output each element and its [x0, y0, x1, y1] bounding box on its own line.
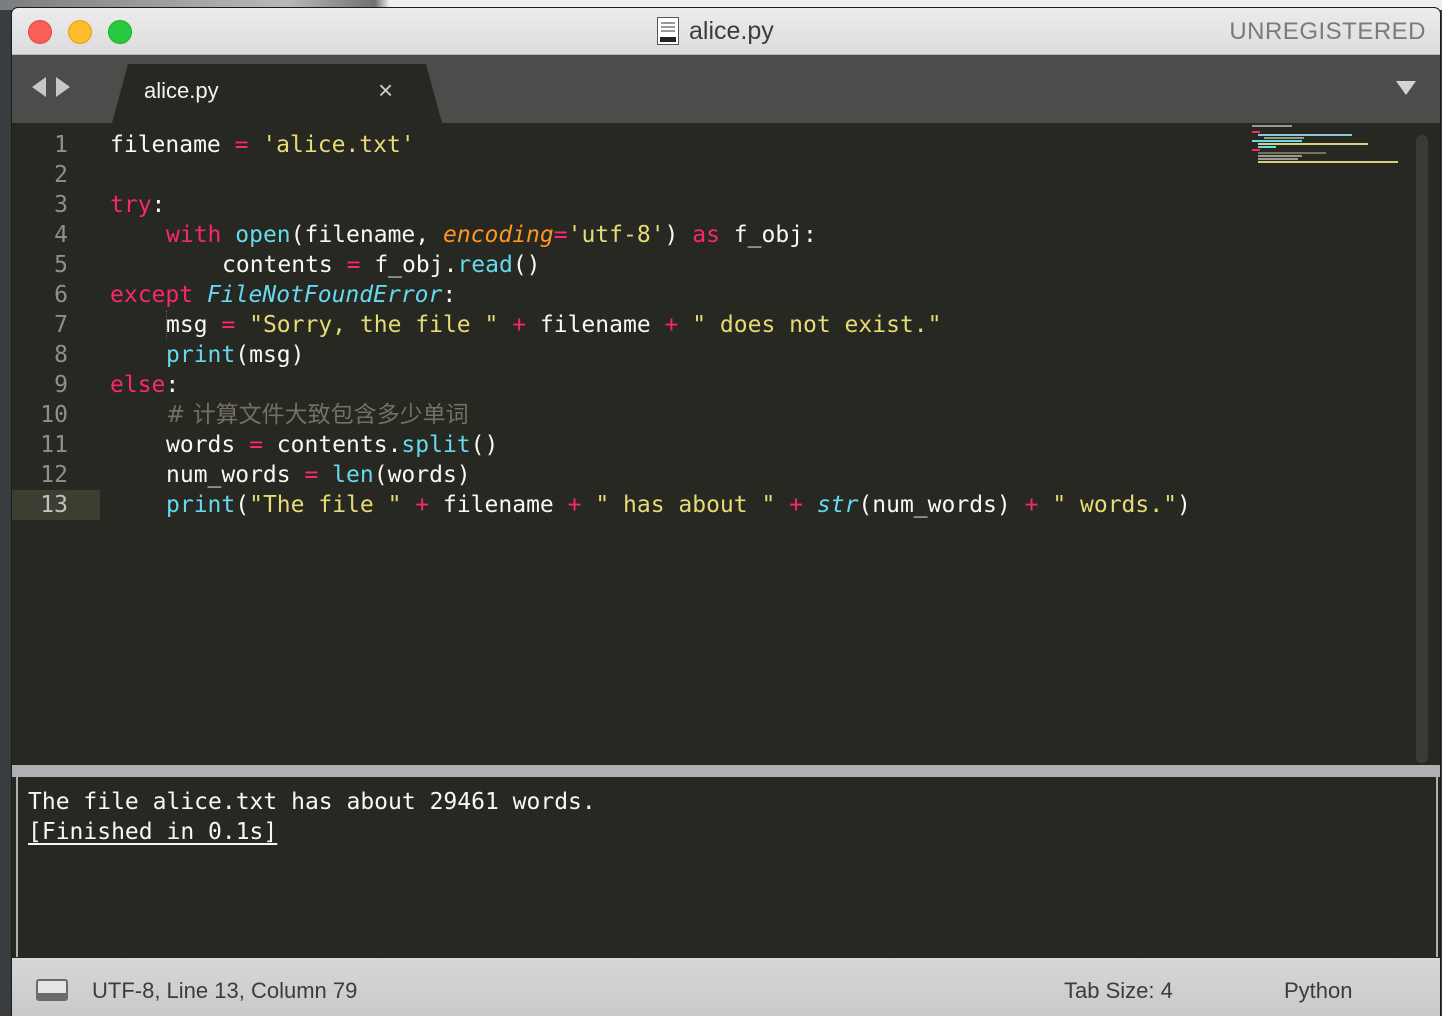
line-number: 10 [40, 402, 68, 428]
code-line: 4 with open(filename, encoding='utf-8') … [12, 220, 1412, 250]
line-number: 1 [54, 132, 68, 158]
line-number: 2 [54, 162, 68, 188]
status-position: UTF-8, Line 13, Column 79 [92, 978, 358, 1003]
code-editor[interactable]: 1 filename = 'alice.txt' 2 3 try: 4 with… [12, 123, 1440, 765]
code-text: else: [110, 372, 180, 398]
panel-toggle-icon[interactable] [36, 979, 68, 1001]
tab-size-selector[interactable]: Tab Size: 4 [1064, 978, 1173, 1004]
window-title: alice.py [657, 16, 774, 46]
build-output-panel[interactable]: The file alice.txt has about 29461 words… [16, 777, 1438, 957]
code-line: 6 except FileNotFoundError: [12, 280, 1412, 310]
syntax-selector[interactable]: Python [1284, 978, 1353, 1004]
code-line: 8 print(msg) [12, 340, 1412, 370]
arrow-left-icon[interactable] [32, 77, 46, 97]
code-line: 7 msg = "Sorry, the file " + filename + … [12, 310, 1412, 340]
code-text: except FileNotFoundError: [110, 282, 457, 308]
line-number: 7 [54, 312, 68, 338]
code-line: 2 [12, 160, 1412, 190]
line-number: 5 [54, 252, 68, 278]
code-text: print(msg) [166, 342, 305, 368]
maximize-window-button[interactable] [108, 20, 132, 44]
tab-menu-dropdown-icon[interactable] [1396, 81, 1416, 95]
tab-label: alice.py [144, 78, 219, 103]
line-number: 6 [54, 282, 68, 308]
code-text: try: [110, 192, 166, 218]
code-line: 3 try: [12, 190, 1412, 220]
line-number: 13 [12, 490, 100, 520]
line-number: 3 [54, 192, 68, 218]
editor-window: alice.py UNREGISTERED alice.py × 1 filen… [12, 8, 1440, 1016]
code-text: num_words = len(words) [166, 462, 471, 488]
tab-alice-py[interactable]: alice.py × [112, 64, 442, 123]
python-file-icon [657, 17, 679, 45]
code-line: 1 filename = 'alice.txt' [12, 130, 1412, 160]
close-tab-icon[interactable]: × [378, 76, 393, 104]
code-comment: # 计算文件大致包含多少单词 [166, 402, 469, 428]
minimize-window-button[interactable] [68, 20, 92, 44]
minimap[interactable] [1248, 123, 1408, 187]
code-text: contents = f_obj.read() [222, 252, 541, 278]
code-line: 10 # 计算文件大致包含多少单词 [12, 400, 1412, 430]
tab-navigation [32, 77, 70, 97]
window-title-text: alice.py [689, 16, 774, 45]
close-window-button[interactable] [28, 20, 52, 44]
title-bar: alice.py UNREGISTERED [12, 8, 1440, 55]
code-line: 12 num_words = len(words) [12, 460, 1412, 490]
code-text: print("The file " + filename + " has abo… [166, 492, 1191, 518]
panel-divider[interactable] [12, 765, 1440, 777]
code-text: words = contents.split() [166, 432, 499, 458]
output-line: [Finished in 0.1s] [28, 819, 278, 845]
code-text: filename = 'alice.txt' [110, 132, 415, 158]
tab-bar: alice.py × [12, 55, 1440, 123]
output-line: The file alice.txt has about 29461 words… [28, 789, 596, 815]
line-number: 11 [40, 432, 68, 458]
arrow-right-icon[interactable] [56, 77, 70, 97]
line-number: 8 [54, 342, 68, 368]
line-number: 12 [40, 462, 68, 488]
code-line: 9 else: [12, 370, 1412, 400]
vertical-scrollbar[interactable] [1416, 135, 1428, 763]
line-number: 9 [54, 372, 68, 398]
code-line-current: 13 print("The file " + filename + " has … [12, 490, 1412, 520]
registration-status: UNREGISTERED [1229, 18, 1426, 45]
code-line: 5 contents = f_obj.read() [12, 250, 1412, 340]
code-line: 11 words = contents.split() [12, 430, 1412, 460]
line-number: 4 [54, 222, 68, 248]
status-bar: UTF-8, Line 13, Column 79 Tab Size: 4 Py… [12, 958, 1440, 1016]
code-text: with open(filename, encoding='utf-8') as… [166, 222, 817, 248]
code-text: msg = "Sorry, the file " + filename + " … [166, 312, 942, 338]
